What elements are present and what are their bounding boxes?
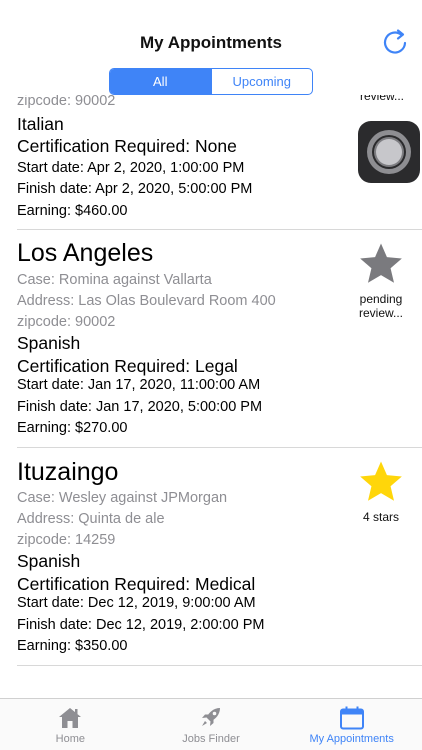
- star-icon: [360, 461, 402, 501]
- rating-stars-label: 4 stars: [362, 510, 399, 524]
- tab-jobs-finder-label: Jobs Finder: [182, 733, 240, 745]
- appointment-certification: Certification Required: Legal: [17, 356, 238, 376]
- appointment-card[interactable]: Ituzaingo Case: Wesley against JPMorgan …: [0, 448, 422, 666]
- page-title: My Appointments: [140, 33, 282, 52]
- appointment-earning: Earning: $460.00: [17, 203, 128, 219]
- segment-all[interactable]: All: [110, 69, 211, 94]
- appointment-rating-status: review...: [359, 95, 404, 103]
- appointment-finish-date: Finish date: Dec 12, 2019, 2:00:00 PM: [17, 617, 265, 633]
- appointment-language: Italian: [17, 114, 64, 134]
- tab-bar: Home Jobs Finder My Appointments: [0, 698, 422, 750]
- appointment-zipcode: zipcode: 90002: [17, 314, 116, 330]
- filter-segmented-control: All Upcoming: [109, 68, 313, 95]
- appointment-start-date: Start date: Apr 2, 2020, 1:00:00 PM: [17, 160, 245, 176]
- appointment-card[interactable]: Los Angeles Case: Romina against Vallart…: [0, 230, 422, 448]
- appointment-rating: pending review...: [352, 242, 410, 320]
- rating-status-line1: pending: [359, 292, 403, 306]
- appointment-language: Spanish: [17, 333, 81, 353]
- appointment-city: Ituzaingo: [17, 458, 119, 486]
- tab-my-appointments-label: My Appointments: [309, 733, 394, 745]
- appointment-address: Address: Las Olas Boulevard Room 400: [17, 293, 276, 309]
- appointment-zipcode: zipcode: 90002: [17, 95, 116, 109]
- appointment-earning: Earning: $350.00: [17, 638, 128, 654]
- rating-status-line2: review...: [358, 306, 403, 320]
- appointment-language: Spanish: [17, 551, 81, 571]
- tab-my-appointments[interactable]: My Appointments: [281, 699, 422, 750]
- appointment-certification: Certification Required: Medical: [17, 574, 256, 594]
- star-icon: [360, 243, 402, 283]
- calendar-icon: [339, 706, 364, 730]
- appointment-earning: Earning: $270.00: [17, 420, 128, 436]
- appointments-list[interactable]: zipcode: 90002 review... Italian Certifi…: [0, 95, 422, 698]
- tab-home-label: Home: [55, 733, 85, 745]
- appointment-start-date: Start date: Dec 12, 2019, 9:00:00 AM: [17, 595, 256, 611]
- navigation-bar: My Appointments All Upcoming: [0, 0, 422, 100]
- appointment-rating: 4 stars: [352, 460, 410, 524]
- appointment-zipcode: zipcode: 14259: [17, 532, 116, 548]
- appointment-finish-date: Finish date: Jan 17, 2020, 5:00:00 PM: [17, 399, 263, 415]
- appointment-card[interactable]: zipcode: 90002 review... Italian Certifi…: [0, 95, 422, 230]
- card-divider: [17, 665, 422, 666]
- appointment-start-date: Start date: Jan 17, 2020, 11:00:00 AM: [17, 377, 261, 393]
- appointment-address: Address: Quinta de ale: [17, 511, 165, 527]
- home-icon: [59, 708, 82, 728]
- tab-jobs-finder[interactable]: Jobs Finder: [141, 699, 282, 750]
- appointment-case: Case: Wesley against JPMorgan: [17, 490, 228, 506]
- segment-upcoming[interactable]: Upcoming: [210, 69, 313, 94]
- appointment-case: Case: Romina against Vallarta: [17, 272, 212, 288]
- app-icon: [358, 121, 420, 183]
- tab-home[interactable]: Home: [0, 699, 141, 750]
- appointment-certification: Certification Required: None: [17, 136, 237, 156]
- rocket-icon: [202, 708, 220, 726]
- appointment-finish-date: Finish date: Apr 2, 2020, 5:00:00 PM: [17, 181, 253, 197]
- appointment-city: Los Angeles: [17, 239, 154, 267]
- refresh-icon[interactable]: [380, 28, 410, 58]
